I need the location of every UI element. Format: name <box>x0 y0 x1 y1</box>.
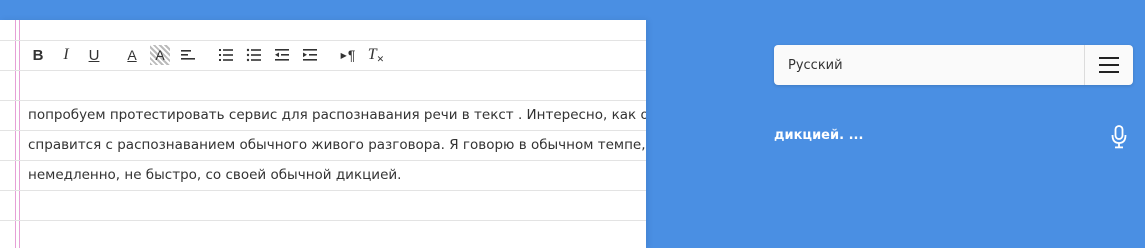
text-color-button[interactable]: A <box>122 45 142 65</box>
menu-button[interactable] <box>1084 45 1133 85</box>
text-editor[interactable]: B I U A A ▶ ¶ T ✕ попробуем протестировать… <box>0 20 646 248</box>
bullet-list-icon <box>246 48 261 62</box>
hamburger-icon <box>1099 57 1119 73</box>
clear-format-button[interactable]: T ✕ <box>366 45 386 65</box>
margin-line <box>15 20 16 248</box>
play-mark-icon: ▶ <box>340 50 347 60</box>
formatting-toolbar: B I U A A ▶ ¶ T ✕ <box>28 44 394 66</box>
microphone-icon <box>1111 125 1127 149</box>
bold-button[interactable]: B <box>28 45 48 65</box>
language-label: Русский <box>788 57 843 73</box>
text-line: попробуем протестировать сервис для расп… <box>28 107 646 123</box>
clear-x-icon: ✕ <box>376 53 385 64</box>
indent-icon <box>303 49 317 61</box>
indent-button[interactable] <box>300 45 320 65</box>
align-left-icon <box>181 50 195 60</box>
bullet-list-button[interactable] <box>244 45 264 65</box>
ordered-list-button[interactable] <box>216 45 236 65</box>
ruled-line <box>0 40 646 41</box>
text-line: справится с распознаванием обычного живо… <box>28 137 646 153</box>
editor-content[interactable]: попробуем протестировать сервис для расп… <box>28 100 646 190</box>
outdent-icon <box>275 49 289 61</box>
recognized-text: дикцией. ... <box>774 128 864 143</box>
ruled-line <box>0 190 646 191</box>
microphone-button[interactable] <box>1108 124 1130 150</box>
ruled-line <box>0 70 646 71</box>
text-line: немедленно, не быстро, со своей обычной … <box>28 167 402 183</box>
align-left-button[interactable] <box>178 45 198 65</box>
background-color-button[interactable]: A <box>150 45 170 65</box>
outdent-button[interactable] <box>272 45 292 65</box>
language-selector[interactable]: Русский <box>774 45 1133 85</box>
ordered-list-icon <box>219 49 233 61</box>
italic-button[interactable]: I <box>56 45 76 65</box>
margin-line <box>19 20 20 248</box>
paragraph-direction-button[interactable]: ▶ ¶ <box>338 45 358 65</box>
ruled-line <box>0 220 646 221</box>
underline-button[interactable]: U <box>84 45 104 65</box>
